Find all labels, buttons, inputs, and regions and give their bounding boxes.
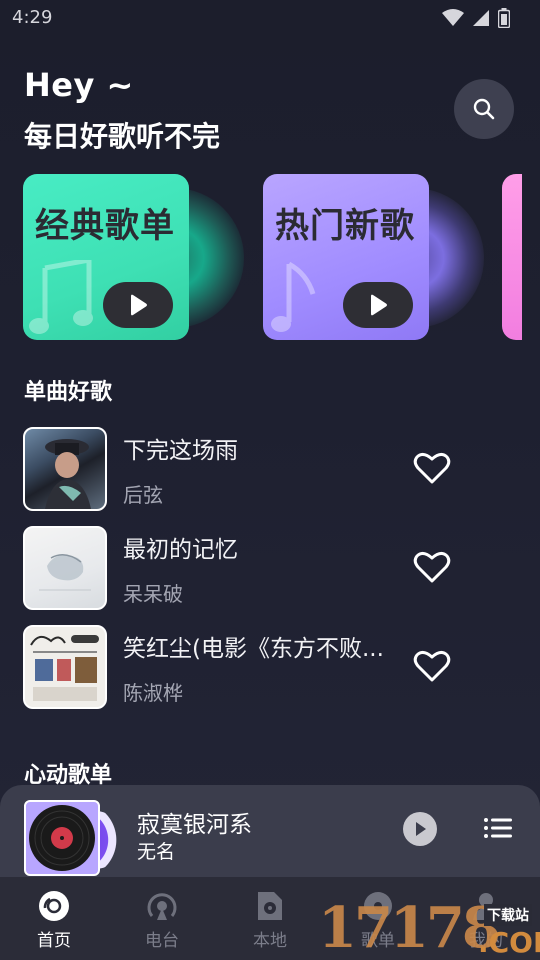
favorite-heart-icon[interactable] xyxy=(413,649,451,683)
nav-tab-home[interactable]: 首页 xyxy=(9,877,99,960)
play-icon xyxy=(131,294,147,316)
classic-playlist-card[interactable]: 经典歌单 xyxy=(23,174,189,340)
watermark-domain: .COM xyxy=(478,926,540,959)
hot-new-songs-card[interactable]: 热门新歌 xyxy=(263,174,429,340)
status-time: 4:29 xyxy=(12,7,53,28)
battery-icon xyxy=(498,8,510,28)
section-title-singles: 单曲好歌 xyxy=(24,380,113,405)
status-bar: 4:29 xyxy=(0,0,540,36)
song-title: 最初的记忆 xyxy=(123,537,238,563)
nav-label: 本地 xyxy=(253,931,287,951)
watermark-number: 17178 xyxy=(318,895,501,960)
song-list-item[interactable]: 笑红尘(电影《东方不败... 陈淑桦 xyxy=(23,625,493,709)
playlist-queue-icon[interactable] xyxy=(484,817,512,839)
card-title: 热门新歌 xyxy=(275,206,415,246)
song-title: 下完这场雨 xyxy=(123,438,238,464)
status-icons xyxy=(442,8,510,28)
song-cover xyxy=(23,526,107,610)
song-list-item[interactable]: 最初的记忆 呆呆破 xyxy=(23,526,493,610)
nav-label: 电台 xyxy=(145,931,179,951)
cover-art-image xyxy=(30,635,99,701)
play-icon xyxy=(416,822,426,836)
song-artist: 后弦 xyxy=(123,483,163,507)
signal-icon xyxy=(473,10,489,26)
play-button[interactable] xyxy=(103,282,173,328)
next-feature-card[interactable] xyxy=(502,174,522,340)
mini-player[interactable]: 寂寞银河系 无名 xyxy=(0,785,540,877)
music-note-icon xyxy=(271,261,316,332)
play-icon xyxy=(371,294,387,316)
site-watermark: 17178 下载站 .COM xyxy=(318,896,540,960)
tagline-title: 每日好歌听不完 xyxy=(24,120,221,153)
search-button[interactable] xyxy=(454,79,514,139)
watermark-caption: 下载站 xyxy=(484,904,532,926)
cover-art-image xyxy=(39,554,91,591)
favorite-heart-icon[interactable] xyxy=(413,451,451,485)
nav-tab-local[interactable]: 本地 xyxy=(225,877,315,960)
song-artist: 陈淑桦 xyxy=(123,681,183,705)
home-disc-icon xyxy=(38,890,70,922)
song-cover xyxy=(23,625,107,709)
nav-label: 首页 xyxy=(37,931,71,951)
cover-art-image xyxy=(45,439,91,509)
song-list-item[interactable]: 下完这场雨 后弦 xyxy=(23,427,493,511)
song-title: 笑红尘(电影《东方不败... xyxy=(123,636,384,662)
wifi-icon xyxy=(442,9,464,26)
vinyl-record-icon xyxy=(29,805,95,871)
nav-tab-radio[interactable]: 电台 xyxy=(117,877,207,960)
play-button[interactable] xyxy=(343,282,413,328)
radio-icon xyxy=(146,890,178,922)
local-file-icon xyxy=(254,890,286,922)
now-playing-cover[interactable] xyxy=(24,800,100,876)
mini-play-button[interactable] xyxy=(403,812,437,846)
now-playing-artist: 无名 xyxy=(137,841,176,863)
card-title: 经典歌单 xyxy=(35,206,175,246)
song-cover xyxy=(23,427,107,511)
song-artist: 呆呆破 xyxy=(123,582,183,606)
favorite-heart-icon[interactable] xyxy=(413,550,451,584)
search-icon xyxy=(473,98,495,120)
music-note-icon xyxy=(29,260,93,334)
now-playing-title: 寂寞银河系 xyxy=(137,812,252,838)
greeting-title: Hey ~ xyxy=(24,66,134,104)
